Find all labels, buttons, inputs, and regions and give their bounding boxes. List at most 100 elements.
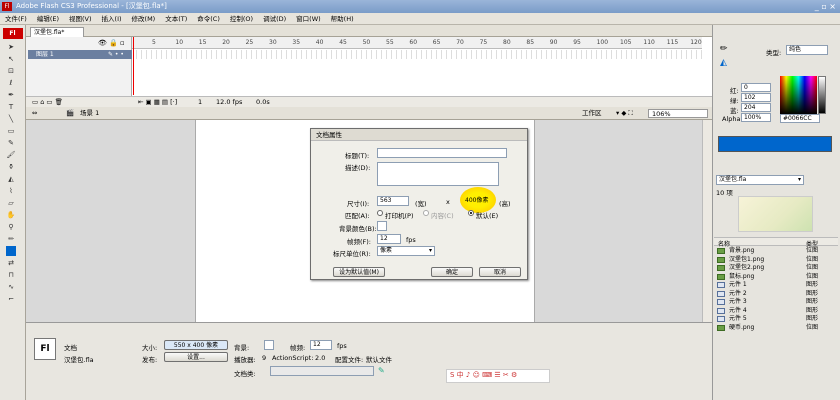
library-item-type: 图形: [806, 281, 819, 288]
library-item-type: 图形: [806, 289, 819, 297]
stage-scrollbar[interactable]: [702, 120, 712, 322]
library-header: 名称 类型: [714, 237, 838, 248]
menu-insert[interactable]: 插入(I): [97, 13, 127, 25]
smooth-icon[interactable]: ∿: [6, 282, 16, 292]
zoom-tool-icon[interactable]: ⚲: [6, 222, 16, 232]
edit-scene-icon[interactable]: ▾ ◆ ⛶: [616, 107, 633, 120]
fill-color-icon[interactable]: [6, 246, 16, 256]
straighten-icon[interactable]: ⌐: [6, 294, 16, 304]
menu-modify[interactable]: 修改(M): [127, 13, 161, 25]
frame-number: 85: [526, 39, 535, 46]
color-type-select[interactable]: 纯色: [786, 45, 828, 55]
library-file-select[interactable]: 汉堡包.fla ▾: [716, 175, 804, 185]
brush-tool-icon[interactable]: 🖌: [6, 150, 16, 160]
green-input[interactable]: 102: [741, 93, 771, 102]
ruler-units-select[interactable]: 像素 ▾: [377, 246, 435, 256]
profile-value: 默认文件: [366, 356, 392, 364]
hex-input[interactable]: #0066CC: [780, 114, 820, 123]
library-item[interactable]: 鼠标.png 位图: [714, 273, 834, 281]
zoom-select[interactable]: 106%: [648, 109, 708, 118]
description-input[interactable]: [377, 162, 499, 186]
library-item[interactable]: 背景.png 位图: [714, 247, 834, 255]
frame-ruler[interactable]: 5 10 15 20 25 30 35 40 45 50 55 60 65 70 75 80 85 90 95 100…: [132, 37, 702, 49]
ime-toolbar[interactable]: S 中 ♪ ☺ ⌨ ☰ ✂ ⚙: [446, 369, 550, 383]
ink-bottle-tool-icon[interactable]: ⚱: [6, 162, 16, 172]
width-input[interactable]: 563: [377, 196, 409, 206]
fps-label: 帧频:: [290, 344, 306, 352]
fps-input[interactable]: 12: [310, 340, 332, 350]
eyedropper-tool-icon[interactable]: ⌇: [6, 186, 16, 196]
library-item[interactable]: 元件 4 图形: [714, 307, 834, 315]
menu-text[interactable]: 文本(T): [160, 13, 192, 25]
brightness-slider[interactable]: [818, 76, 826, 114]
snap-icon[interactable]: ⊓: [6, 270, 16, 280]
workspace-label[interactable]: 工作区: [582, 107, 602, 120]
paint-bucket-tool-icon[interactable]: ◭: [6, 174, 16, 184]
tab-document[interactable]: 汉堡包.fla*: [30, 27, 84, 37]
lasso-tool-icon[interactable]: ℓ: [6, 78, 16, 88]
text-tool-icon[interactable]: T: [6, 102, 16, 112]
library-item[interactable]: 汉堡包2.png 位图: [714, 264, 834, 272]
alpha-input[interactable]: 100%: [741, 113, 771, 122]
publish-settings-button[interactable]: 设置...: [164, 352, 228, 362]
blue-input[interactable]: 204: [741, 103, 771, 112]
library-item-type: 位图: [806, 323, 819, 331]
swap-colors-icon[interactable]: ⇄: [6, 258, 16, 268]
menu-file[interactable]: 文件(F): [0, 13, 32, 25]
ime-icons: S 中 ♪ ☺ ⌨ ☰ ✂ ⚙: [450, 371, 518, 379]
menu-commands[interactable]: 命令(C): [192, 13, 225, 25]
pen-tool-icon[interactable]: ✒: [6, 90, 16, 100]
document-class-input[interactable]: [270, 366, 374, 376]
height-input[interactable]: 400像素: [465, 196, 497, 206]
stroke-color-icon[interactable]: ✏: [720, 44, 728, 54]
size-button[interactable]: 550 x 400 像素: [164, 340, 228, 350]
red-input[interactable]: 0: [741, 83, 771, 92]
publish-label: 发布:: [142, 356, 158, 364]
match-printer-radio[interactable]: [377, 210, 383, 216]
library-item[interactable]: 元件 1 图形: [714, 281, 834, 289]
menu-window[interactable]: 窗口(W): [291, 13, 326, 25]
free-transform-tool-icon[interactable]: ⊡: [6, 66, 16, 76]
menu-debug[interactable]: 调试(D): [258, 13, 291, 25]
library-item[interactable]: 汉堡包1.png 位图: [714, 256, 834, 264]
title-input[interactable]: [377, 148, 507, 158]
frame-number: 75: [479, 39, 488, 46]
subselection-tool-icon[interactable]: ↖: [6, 54, 16, 64]
ok-button[interactable]: 确定: [431, 267, 473, 277]
back-arrow-icon[interactable]: ⇔: [32, 107, 37, 120]
background-color-picker[interactable]: [377, 221, 387, 231]
line-tool-icon[interactable]: ╲: [6, 114, 16, 124]
frame-number: 45: [339, 39, 347, 46]
rectangle-tool-icon[interactable]: ▭: [6, 126, 16, 136]
fps-input[interactable]: 12: [377, 234, 401, 244]
layer-row[interactable]: 图层 1 ✎ • •: [28, 50, 132, 59]
match-content-radio[interactable]: [423, 210, 429, 216]
cancel-button[interactable]: 取消: [479, 267, 521, 277]
alpha-label: Alpha:: [722, 115, 743, 123]
background-swatch[interactable]: [264, 340, 274, 350]
window-controls[interactable]: _ ▫ ×: [815, 0, 836, 13]
library-item[interactable]: 元件 3 图形: [714, 298, 834, 306]
eraser-tool-icon[interactable]: ▱: [6, 198, 16, 208]
frame-row[interactable]: [132, 50, 702, 59]
pencil-tool-icon[interactable]: ✎: [6, 138, 16, 148]
match-label: 匹配(A):: [345, 212, 370, 220]
pencil-icon[interactable]: ✎: [378, 366, 385, 375]
library-item[interactable]: 硬币.png 位图: [714, 324, 834, 332]
hand-tool-icon[interactable]: ✋: [6, 210, 16, 220]
color-spectrum[interactable]: [780, 76, 817, 114]
menu-control[interactable]: 控制(O): [225, 13, 258, 25]
layer-visibility-icons[interactable]: 👁 🔒 ▫: [98, 39, 125, 47]
stroke-color-icon[interactable]: ✏: [6, 234, 16, 244]
library-item[interactable]: 元件 5 图形: [714, 315, 834, 323]
menu-help[interactable]: 帮助(H): [326, 13, 359, 25]
chevron-down-icon: ▾: [797, 176, 801, 183]
menu-view[interactable]: 视图(V): [64, 13, 97, 25]
set-default-button[interactable]: 设为默认值(M): [333, 267, 385, 277]
match-default-radio[interactable]: [468, 210, 474, 216]
library-item[interactable]: 元件 2 图形: [714, 290, 834, 298]
playhead[interactable]: [133, 37, 134, 95]
fill-color-icon[interactable]: ◭: [720, 58, 727, 68]
menu-edit[interactable]: 编辑(E): [32, 13, 64, 25]
selection-tool-icon[interactable]: ➤: [6, 42, 16, 52]
